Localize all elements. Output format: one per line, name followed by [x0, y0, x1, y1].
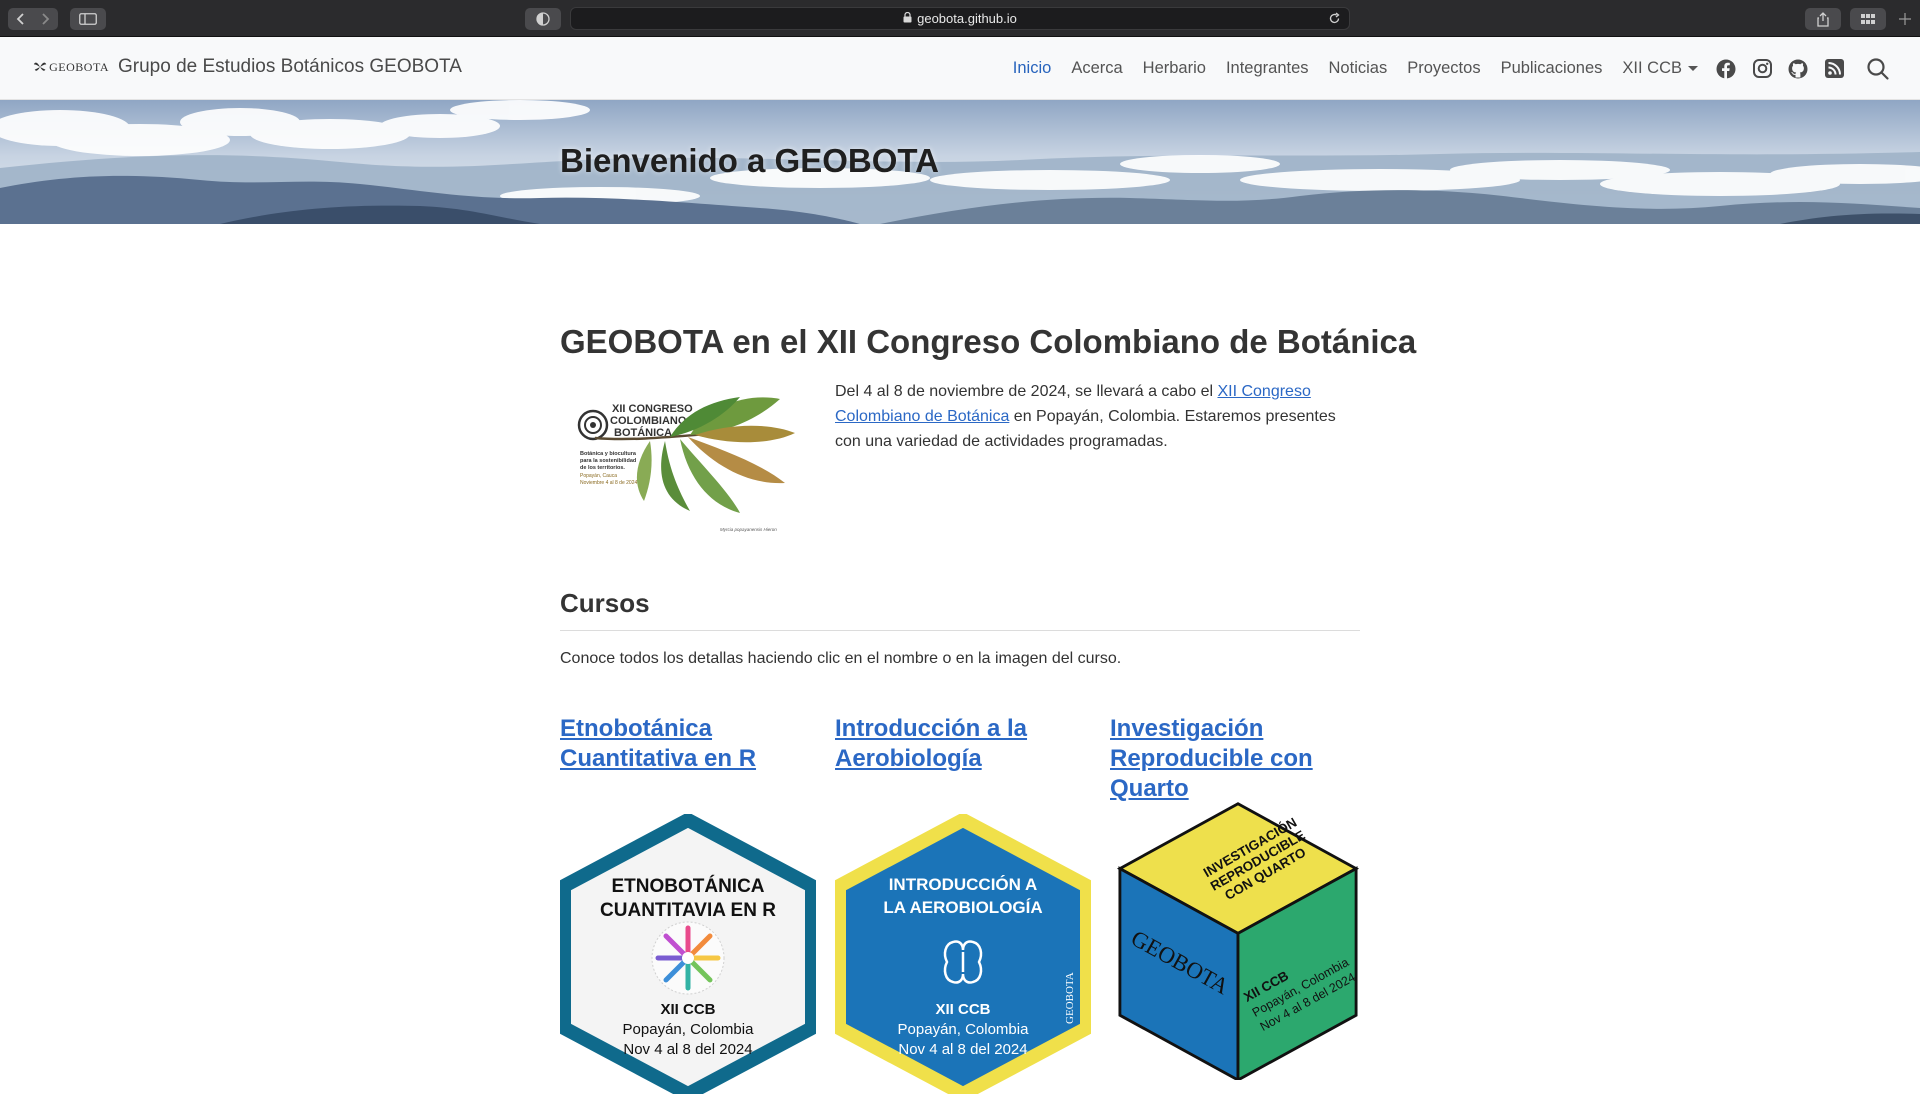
browser-toolbar: geobota.github.io [0, 0, 1920, 37]
poster-sub1: Botánica y biocultura [580, 451, 637, 457]
geobota-logo[interactable]: GEOBOTA [33, 55, 109, 79]
nav-menu: Inicio Acerca Herbario Integrantes Notic… [1003, 37, 1920, 100]
caret-down-icon [1688, 66, 1698, 72]
badge-dates: Nov 4 al 8 del 2024 [898, 1041, 1027, 1058]
cursos-heading: Cursos [560, 588, 650, 618]
course-title-link[interactable]: Introducción a la Aerobiología [835, 714, 1091, 774]
poster-species: Myrcia popayanensis Hieron [720, 527, 777, 532]
cursos-intro: Conoce todos los detallas haciendo clic … [560, 650, 1122, 667]
share-button[interactable] [1805, 8, 1841, 30]
congress-description: Del 4 al 8 de noviembre de 2024, se llev… [835, 379, 1363, 454]
hero-banner: Bienvenido a GEOBOTA [0, 100, 1920, 224]
page-title: Bienvenido a GEOBOTA [560, 142, 939, 179]
poster-sub2: para la sostenibilidad [580, 458, 636, 464]
nav-item-publicaciones[interactable]: Publicaciones [1501, 59, 1603, 78]
course-card-etnobotanica: Etnobotánica Cuantitativa en R ETNOBOTÁN… [560, 714, 816, 1094]
nav-item-proyectos[interactable]: Proyectos [1407, 59, 1480, 78]
search-icon[interactable] [1866, 57, 1890, 81]
back-forward-buttons[interactable] [8, 8, 58, 30]
badge-event: XII CCB [935, 1001, 990, 1018]
plus-icon [1899, 12, 1911, 30]
forward-icon[interactable] [33, 12, 57, 26]
leaf-logo-icon [33, 62, 47, 71]
mountain-clouds-image [0, 100, 1920, 224]
back-icon[interactable] [9, 12, 33, 26]
lock-icon [903, 11, 912, 26]
site-title[interactable]: Grupo de Estudios Botánicos GEOBOTA [118, 56, 462, 78]
sidebar-icon [79, 13, 97, 25]
facebook-icon[interactable] [1714, 57, 1738, 81]
course-title-link[interactable]: Investigación Reproducible con Quarto [1110, 714, 1366, 804]
share-icon [1817, 11, 1829, 27]
course-title-link[interactable]: Etnobotánica Cuantitativa en R [560, 714, 816, 774]
badge-line2: CUANTITAVIA EN R [600, 900, 776, 921]
badge-dates: Nov 4 al 8 del 2024 [623, 1041, 752, 1058]
nav-item-herbario[interactable]: Herbario [1143, 59, 1206, 78]
congress-poster-image[interactable]: XII CONGRESO COLOMBIANO DE BOTÁNICA Botá… [570, 393, 800, 536]
poster-place: Popayán, Cauca [580, 473, 617, 479]
privacy-button[interactable] [525, 8, 561, 30]
reload-icon[interactable] [1328, 12, 1341, 28]
poster-sub3: de los territorios. [580, 465, 625, 471]
congress-heading: GEOBOTA en el XII Congreso Colombiano de… [560, 323, 1417, 360]
address-bar[interactable]: geobota.github.io [570, 7, 1350, 30]
congress-text-before: Del 4 al 8 de noviembre de 2024, se llev… [835, 383, 1218, 400]
nav-item-acerca[interactable]: Acerca [1071, 59, 1122, 78]
tab-overview-button[interactable] [1850, 8, 1886, 30]
course-badge-aerobiologia[interactable]: INTRODUCCIÓN A LA AEROBIOLOGÍA XII CCB P… [835, 814, 1091, 1094]
badge-event: XII CCB [660, 1001, 715, 1018]
instagram-icon[interactable] [1750, 57, 1774, 81]
badge-line1: ETNOBOTÁNICA [611, 875, 764, 897]
site-navbar: GEOBOTA Grupo de Estudios Botánicos GEOB… [0, 37, 1920, 100]
sidebar-toggle-button[interactable] [70, 8, 106, 30]
rss-icon[interactable] [1822, 57, 1846, 81]
poster-dates: Noviembre 4 al 8 de 2024 [580, 480, 637, 486]
dropdown-label: XII CCB [1622, 59, 1682, 77]
logo-wordmark: GEOBOTA [49, 59, 109, 74]
course-badge-quarto-cube[interactable]: INVESTIGACIÓN REPRODUCIBLE CON QUARTO GE… [1110, 800, 1366, 1080]
badge-place: Popayán, Colombia [623, 1021, 755, 1038]
course-card-aerobiologia: Introducción a la Aerobiología INTRODUCC… [835, 714, 1091, 1094]
course-badge-etnobotanica[interactable]: ETNOBOTÁNICA CUANTITAVIA EN R XII CCB Po… [560, 814, 816, 1094]
colorful-flower-icon [651, 921, 725, 995]
section-divider [560, 630, 1360, 631]
nav-item-xii-ccb-dropdown[interactable]: XII CCB [1622, 59, 1698, 78]
badge-place: Popayán, Colombia [898, 1021, 1030, 1038]
brand[interactable]: GEOBOTA Grupo de Estudios Botánicos GEOB… [33, 55, 462, 79]
shield-icon [536, 12, 550, 26]
course-card-quarto: Investigación Reproducible con Quarto IN… [1110, 714, 1366, 1080]
badge-side-wordmark: GEOBOTA [1064, 972, 1076, 1024]
url-text: geobota.github.io [917, 11, 1017, 26]
nav-item-noticias[interactable]: Noticias [1329, 59, 1388, 78]
new-tab-button[interactable] [1894, 10, 1916, 32]
grid-icon [1861, 14, 1875, 24]
github-icon[interactable] [1786, 57, 1810, 81]
badge-line1: INTRODUCCIÓN A [889, 875, 1038, 894]
nav-item-integrantes[interactable]: Integrantes [1226, 59, 1309, 78]
poster-line1: XII CONGRESO [612, 403, 693, 415]
nav-item-inicio[interactable]: Inicio [1013, 59, 1052, 78]
badge-line2: LA AEROBIOLOGÍA [883, 898, 1042, 917]
